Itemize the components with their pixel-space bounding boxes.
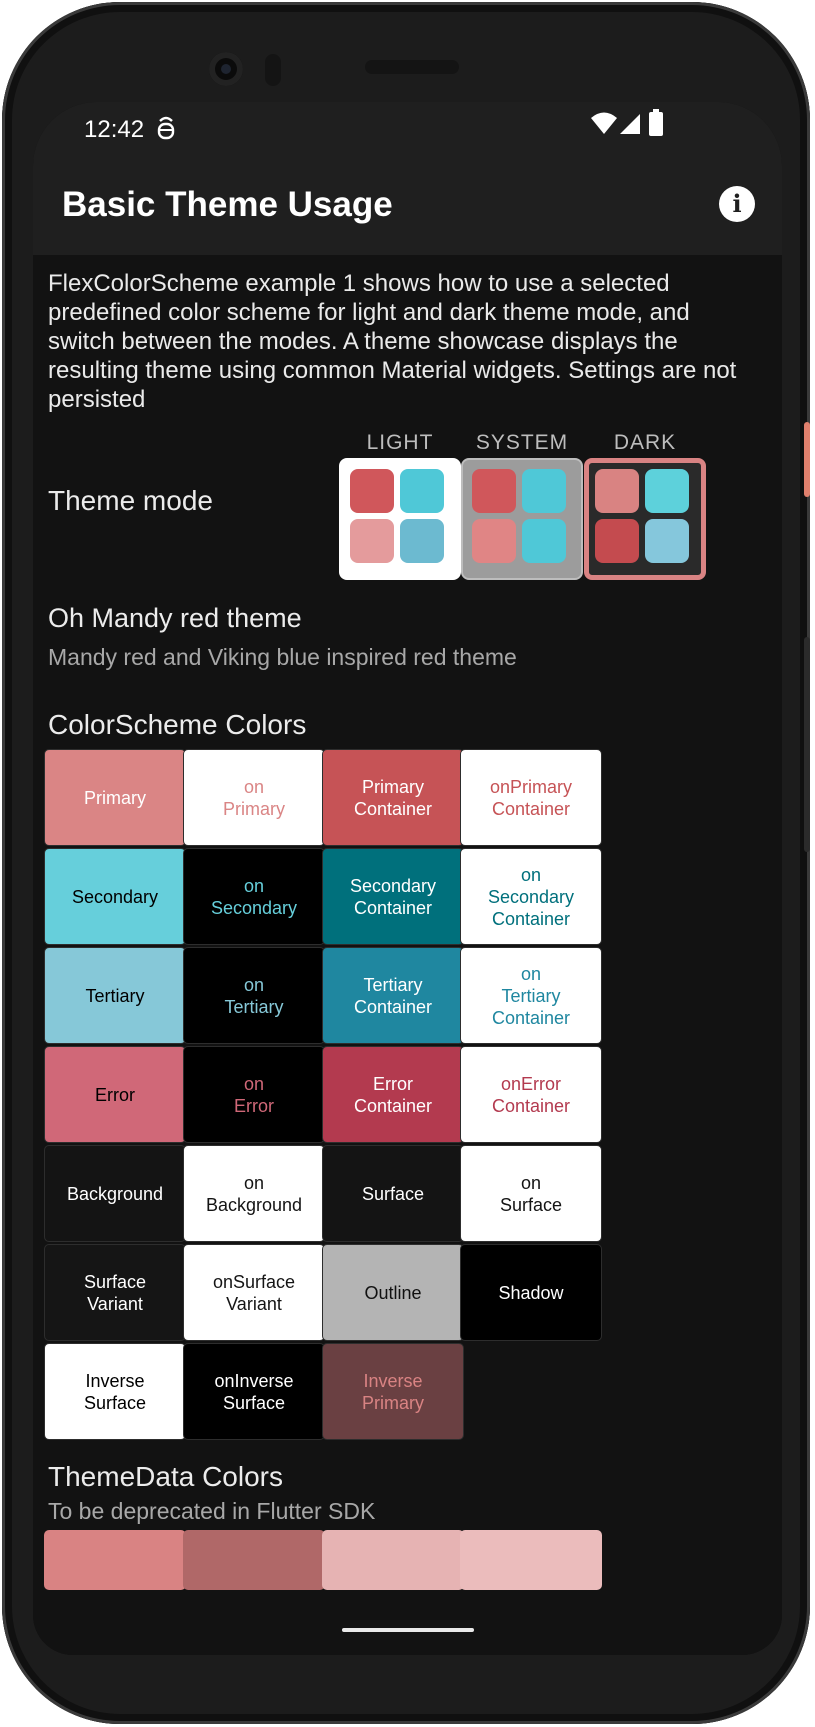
color-swatch-on-error[interactable]: on Error — [183, 1046, 325, 1143]
color-swatch-on-tertiary[interactable]: on Tertiary — [183, 947, 325, 1044]
theme-mode-swatch — [472, 469, 516, 513]
color-swatch-secondary[interactable]: Secondary — [44, 848, 186, 945]
color-swatch-surface-variant[interactable]: Surface Variant — [44, 1244, 186, 1341]
theme-mode-option-system[interactable] — [461, 458, 583, 580]
color-swatch-onprimary-container[interactable]: onPrimary Container — [460, 749, 602, 846]
theme-mode-label: Theme mode — [48, 485, 213, 516]
color-swatch-inverse-primary[interactable]: Inverse Primary — [322, 1343, 464, 1440]
color-swatch-onsurface-variant[interactable]: onSurface Variant — [183, 1244, 325, 1341]
theme-mode-swatch — [522, 519, 566, 563]
gesture-nav-bar — [33, 1600, 782, 1655]
color-swatch-on-tertiary-container[interactable]: on Tertiary Container — [460, 947, 602, 1044]
color-swatch-background[interactable]: Background — [44, 1145, 186, 1242]
color-swatch-tertiary[interactable]: Tertiary — [44, 947, 186, 1044]
front-camera — [209, 52, 243, 86]
theme-mode-swatch — [595, 519, 639, 563]
theme-mode-swatch — [645, 469, 689, 513]
theme-mode-label-system: SYSTEM — [475, 431, 569, 454]
themedata-section-title: ThemeData Colors — [48, 1461, 283, 1492]
battery-icon — [649, 109, 663, 136]
theme-mode-option-dark[interactable] — [584, 458, 706, 580]
screen: 12:42 Basic Theme Usage i FlexColorSchem… — [33, 102, 782, 1655]
info-button[interactable]: i — [719, 186, 755, 222]
theme-mode-swatch — [400, 519, 444, 563]
color-swatch-on-primary[interactable]: on Primary — [183, 749, 325, 846]
color-swatch-on-surface[interactable]: on Surface — [460, 1145, 602, 1242]
color-swatch-tertiary-container[interactable]: Tertiary Container — [322, 947, 464, 1044]
home-gesture-handle[interactable] — [342, 1628, 474, 1632]
scheme-name: Oh Mandy red theme — [48, 603, 302, 633]
scheme-description: Mandy red and Viking blue inspired red t… — [48, 644, 517, 670]
themedata-swatch[interactable] — [322, 1530, 464, 1590]
colorscheme-section-title: ColorScheme Colors — [48, 709, 307, 740]
intro-text: FlexColorScheme example 1 shows how to u… — [48, 270, 737, 413]
color-swatch-error-container[interactable]: Error Container — [322, 1046, 464, 1143]
themedata-swatch[interactable] — [183, 1530, 325, 1590]
theme-mode-option-light[interactable] — [339, 458, 461, 580]
color-swatch-inverse-surface[interactable]: Inverse Surface — [44, 1343, 186, 1440]
theme-mode-swatch — [472, 519, 516, 563]
debug-icon — [157, 116, 175, 140]
theme-mode-swatch — [400, 469, 444, 513]
info-icon: i — [732, 189, 742, 218]
theme-mode-swatch — [645, 519, 689, 563]
power-button[interactable] — [804, 422, 810, 497]
theme-mode-swatch — [522, 469, 566, 513]
page-title: Basic Theme Usage — [62, 185, 393, 224]
theme-mode-swatch — [350, 469, 394, 513]
theme-mode-label-dark: DARK — [613, 431, 677, 454]
status-time: 12:42 — [84, 116, 145, 143]
themedata-section-subtitle: To be deprecated in Flutter SDK — [48, 1498, 376, 1524]
color-swatch-on-secondary-container[interactable]: on Secondary Container — [460, 848, 602, 945]
earpiece-speaker — [365, 60, 459, 74]
color-swatch-oninverse-surface[interactable]: onInverse Surface — [183, 1343, 325, 1440]
color-swatch-surface[interactable]: Surface — [322, 1145, 464, 1242]
status-bar: 12:42 — [33, 102, 782, 158]
themedata-swatch[interactable] — [44, 1530, 186, 1590]
color-swatch-onerror-container[interactable]: onError Container — [460, 1046, 602, 1143]
app-bar: Basic Theme Usage i — [33, 158, 782, 255]
volume-rocker[interactable] — [804, 637, 810, 852]
scroll-content[interactable]: FlexColorScheme example 1 shows how to u… — [33, 255, 782, 1655]
color-swatch-on-background[interactable]: on Background — [183, 1145, 325, 1242]
color-swatch-shadow[interactable]: Shadow — [460, 1244, 602, 1341]
color-swatch-secondary-container[interactable]: Secondary Container — [322, 848, 464, 945]
proximity-sensor — [265, 54, 281, 86]
signal-icon — [620, 114, 640, 134]
themedata-swatch[interactable] — [460, 1530, 602, 1590]
theme-mode-swatch — [595, 469, 639, 513]
color-swatch-error[interactable]: Error — [44, 1046, 186, 1143]
color-swatch-outline[interactable]: Outline — [322, 1244, 464, 1341]
phone-frame: 12:42 Basic Theme Usage i FlexColorSchem… — [2, 2, 810, 1724]
theme-mode-label-light: LIGHT — [366, 431, 434, 454]
theme-mode-swatch — [350, 519, 394, 563]
color-swatch-primary[interactable]: Primary — [44, 749, 186, 846]
wifi-icon — [591, 112, 617, 134]
color-swatch-primary-container[interactable]: Primary Container — [322, 749, 464, 846]
color-swatch-on-secondary[interactable]: on Secondary — [183, 848, 325, 945]
